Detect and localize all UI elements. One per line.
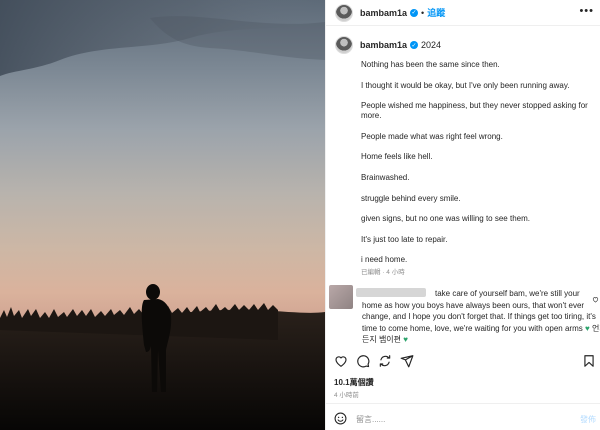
send-icon[interactable] bbox=[400, 354, 414, 368]
caption-line: Brainwashed. bbox=[361, 172, 410, 182]
repost-icon[interactable] bbox=[378, 354, 392, 368]
silhouette-landscape bbox=[0, 0, 325, 430]
like-count[interactable]: 10.1萬個讚 bbox=[334, 377, 374, 388]
post-header: bambam1a ✓ • 追蹤 ••• bbox=[326, 0, 600, 26]
more-options-icon[interactable]: ••• bbox=[579, 5, 594, 17]
comment-composer: 發佈 bbox=[334, 412, 596, 426]
verified-badge-icon: ✓ bbox=[410, 41, 419, 49]
caption-line: i need home. bbox=[361, 255, 408, 265]
caption-line: It's just too late to repair. bbox=[361, 234, 448, 244]
caption-line: I thought it would be okay, but I've onl… bbox=[361, 80, 570, 90]
author-username[interactable]: bambam1a bbox=[360, 8, 407, 18]
comment-like-heart-icon[interactable] bbox=[592, 296, 599, 303]
comment-text-lead: take care of yourself bam, we're still y… bbox=[435, 289, 580, 298]
verified-badge-icon: ✓ bbox=[410, 8, 419, 17]
heart-icon[interactable] bbox=[334, 354, 348, 368]
caption-year: 2024 bbox=[421, 40, 442, 50]
comment-input[interactable] bbox=[356, 413, 566, 425]
caption-meta: 已編輯 · 4 小時 bbox=[361, 269, 405, 276]
separator-dot: • bbox=[421, 7, 425, 18]
follow-button[interactable]: 追蹤 bbox=[427, 6, 445, 19]
green-heart-icon: ♥ bbox=[403, 335, 409, 344]
caption-line: given signs, but no one was willing to s… bbox=[361, 214, 530, 224]
caption-line: Home feels like hell. bbox=[361, 152, 433, 162]
caption-author-avatar[interactable] bbox=[335, 36, 353, 54]
emoji-icon[interactable] bbox=[334, 412, 347, 425]
post-comment-button[interactable]: 發佈 bbox=[580, 414, 596, 425]
caption-line: People made what was right feel wrong. bbox=[361, 131, 503, 141]
post-modal: bambam1a ✓ • 追蹤 ••• bambam1a ✓ 2024 Noth… bbox=[0, 0, 600, 430]
author-avatar[interactable] bbox=[335, 3, 353, 22]
comment-text: take care of yourself bam, we're still y… bbox=[362, 288, 600, 346]
caption-header: bambam1a ✓ 2024 bbox=[335, 36, 441, 54]
caption-line: struggle behind every smile. bbox=[361, 193, 461, 203]
caption-author-username[interactable]: bambam1a bbox=[360, 40, 407, 50]
commenter-avatar[interactable] bbox=[329, 285, 353, 309]
post-time-ago[interactable]: 4 小時前 bbox=[334, 389, 359, 399]
caption-line: People wished me happiness, but they nev… bbox=[361, 101, 588, 121]
post-photo bbox=[0, 0, 325, 430]
bookmark-icon[interactable] bbox=[582, 354, 596, 368]
green-heart-icon: ♥ bbox=[584, 323, 590, 333]
caption-line: Nothing has been the same since then. bbox=[361, 60, 500, 69]
comment-text-body: home as how you boys have always been ou… bbox=[362, 300, 596, 333]
action-bar bbox=[334, 354, 596, 370]
comment-icon[interactable] bbox=[356, 354, 370, 368]
composer-divider bbox=[325, 403, 600, 404]
post-caption: Nothing has been the same since then. I … bbox=[361, 60, 593, 276]
